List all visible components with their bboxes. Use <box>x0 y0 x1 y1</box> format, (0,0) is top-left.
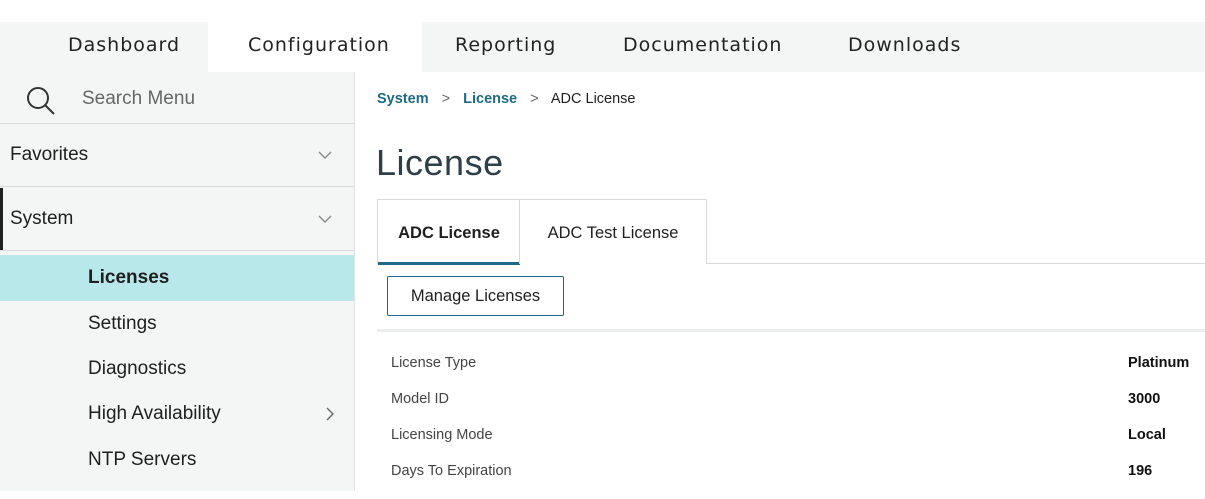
detail-key: Licensing Mode <box>391 427 493 443</box>
sidebar-group-label: System <box>10 208 74 229</box>
detail-value: 196 <box>1128 463 1153 479</box>
nav-tab-documentation[interactable]: Documentation <box>623 22 782 72</box>
sidebar-item-label: Settings <box>88 313 157 334</box>
search-input[interactable]: Search Menu <box>82 88 195 110</box>
license-tabs: ADC License ADC Test License <box>377 199 1205 265</box>
detail-key: Days To Expiration <box>391 463 512 479</box>
chevron-right-icon <box>326 407 334 421</box>
sidebar-item-label: High Availability <box>88 403 221 424</box>
detail-row: Licensing Mode Local <box>391 427 1205 463</box>
sidebar-group-label: Favorites <box>10 144 89 165</box>
tab-label: ADC License <box>398 224 500 242</box>
license-details: License Type Platinum Model ID 3000 Lice… <box>391 355 1205 499</box>
breadcrumb-separator-icon: > <box>530 91 539 107</box>
search-icon <box>27 87 55 115</box>
nav-background <box>978 22 1205 72</box>
tab-adc-test-license[interactable]: ADC Test License <box>519 199 707 264</box>
sidebar-group-favorites[interactable]: Favorites <box>0 124 354 187</box>
breadcrumb-license[interactable]: License <box>463 91 517 107</box>
breadcrumb-separator-icon: > <box>441 91 451 107</box>
sidebar-item-label: Diagnostics <box>88 358 187 379</box>
detail-row: Model ID 3000 <box>391 391 1205 427</box>
nav-tab-reporting[interactable]: Reporting <box>455 22 556 72</box>
sidebar-item-label: Licenses <box>88 267 170 288</box>
sidebar: Search Menu Favorites System Licenses Se… <box>0 72 355 491</box>
sidebar-item-ntp-servers[interactable]: NTP Servers <box>0 437 354 483</box>
sidebar-item-licenses[interactable]: Licenses <box>0 255 354 301</box>
sidebar-item-diagnostics[interactable]: Diagnostics <box>0 346 354 392</box>
detail-value: Platinum <box>1128 355 1190 371</box>
nav-tab-configuration[interactable]: Configuration <box>208 22 422 72</box>
detail-value: Local <box>1128 427 1166 443</box>
detail-key: Model ID <box>391 391 450 407</box>
detail-value: 3000 <box>1128 391 1161 407</box>
section-divider <box>377 329 1205 332</box>
main-content: System > License > ADC License License A… <box>355 72 1205 491</box>
chevron-down-icon <box>318 215 332 223</box>
tab-label: ADC Test License <box>547 224 679 242</box>
breadcrumb-system[interactable]: System <box>377 91 429 107</box>
manage-licenses-button[interactable]: Manage Licenses <box>387 276 564 316</box>
detail-row: License Type Platinum <box>391 355 1205 391</box>
sidebar-item-high-availability[interactable]: High Availability <box>0 391 354 437</box>
detail-row: Days To Expiration 196 <box>391 463 1205 499</box>
sidebar-group-system[interactable]: System <box>0 188 354 251</box>
chevron-down-icon <box>318 151 332 159</box>
breadcrumb: System > License > ADC License <box>377 91 635 107</box>
detail-key: License Type <box>391 355 477 371</box>
page-title: License <box>376 142 504 183</box>
tab-adc-license[interactable]: ADC License <box>377 199 521 265</box>
sidebar-item-label: NTP Servers <box>88 449 197 470</box>
top-navigation: Dashboard Configuration Reporting Docume… <box>0 0 1205 72</box>
nav-tab-downloads[interactable]: Downloads <box>848 22 961 72</box>
search-menu[interactable]: Search Menu <box>0 72 354 124</box>
breadcrumb-current: ADC License <box>550 91 636 107</box>
nav-tab-dashboard[interactable]: Dashboard <box>68 22 180 72</box>
sidebar-item-settings[interactable]: Settings <box>0 301 354 347</box>
active-tab-indicator <box>378 262 520 265</box>
